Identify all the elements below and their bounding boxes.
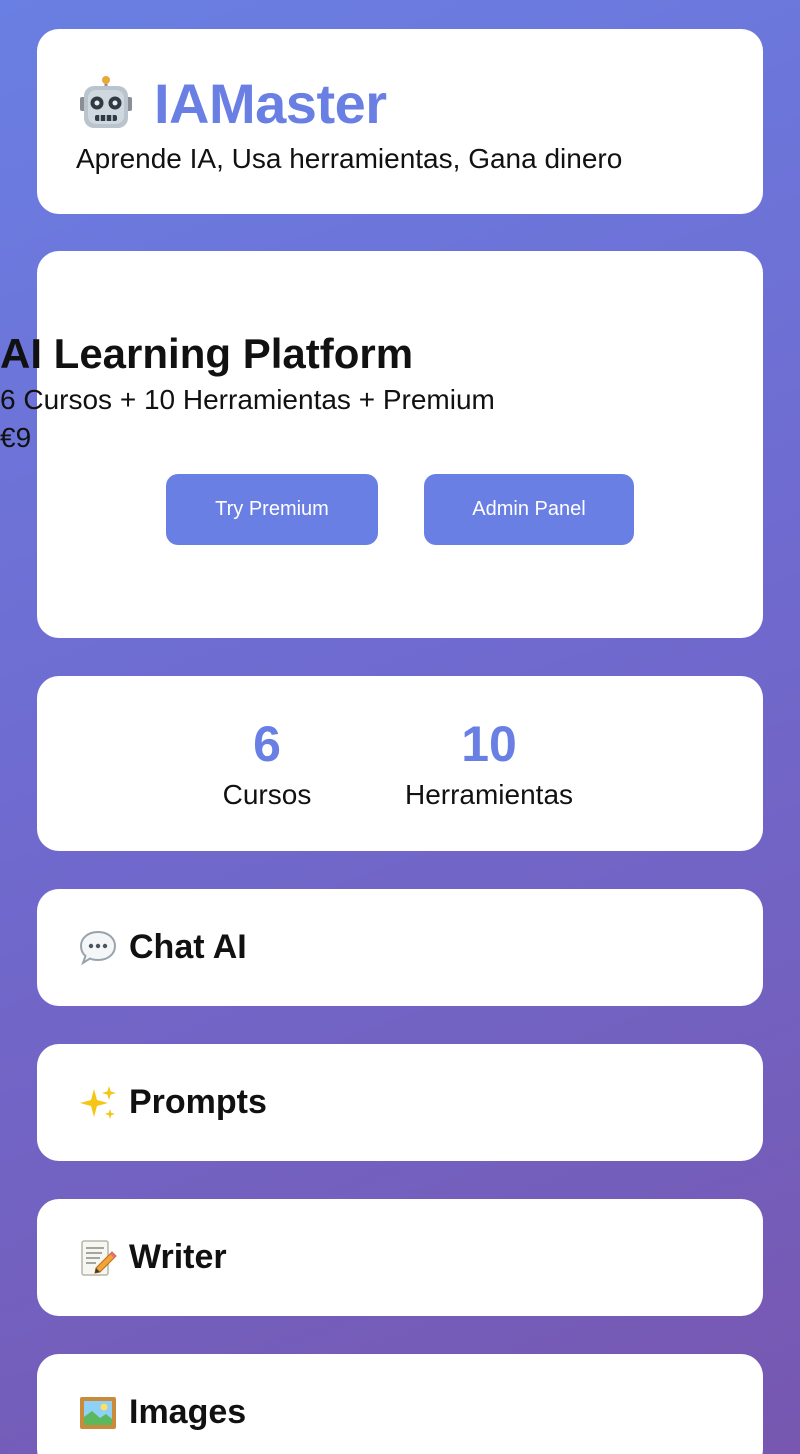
hero-subtitle: 6 Cursos + 10 Herramientas + Premium — [0, 384, 495, 415]
hero-title: AI Learning Platform — [0, 330, 414, 377]
tool-label-prompts: Prompts — [129, 1083, 267, 1121]
stat-courses-value: 6 — [253, 716, 281, 772]
app-title: IAMaster — [154, 72, 387, 135]
tool-label-writer: Writer — [129, 1238, 227, 1276]
stat-courses-label: Cursos — [222, 779, 312, 810]
tool-label-chat-ai: Chat AI — [129, 928, 247, 966]
tool-card-images[interactable]: Images — [37, 1354, 763, 1454]
tool-card-prompts[interactable]: Prompts — [37, 1044, 763, 1161]
stat-tools-value: 10 — [461, 716, 517, 772]
memo-pencil-icon — [77, 1237, 119, 1279]
try-premium-button[interactable]: Try Premium — [166, 474, 378, 545]
tool-label-images: Images — [129, 1393, 247, 1431]
app-tagline: Aprende IA, Usa herramientas, Gana diner… — [76, 143, 623, 174]
tool-card-chat-ai[interactable]: Chat AI — [37, 889, 763, 1006]
admin-panel-button[interactable]: Admin Panel — [424, 474, 634, 545]
stat-tools: 10 Herramientas — [389, 716, 589, 812]
tool-card-writer[interactable]: Writer — [37, 1199, 763, 1316]
robot-icon — [78, 75, 134, 133]
speech-bubble-icon — [77, 927, 119, 969]
hero-price: €9 — [0, 422, 32, 453]
stat-tools-label: Herramientas — [404, 779, 574, 810]
sparkles-icon — [77, 1082, 119, 1124]
framed-picture-icon — [77, 1392, 119, 1434]
stat-courses: 6 Cursos — [210, 716, 324, 812]
brand: IAMaster — [78, 72, 387, 136]
